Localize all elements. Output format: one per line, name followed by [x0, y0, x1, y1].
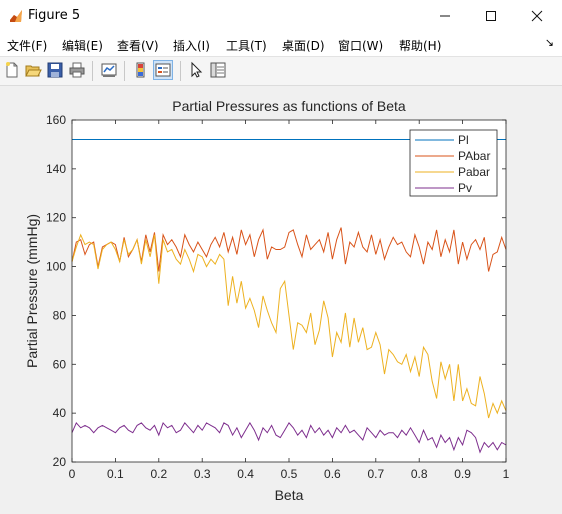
legend-label-pv: Pv — [458, 181, 472, 195]
property-inspector-icon[interactable] — [209, 61, 227, 79]
x-tick-label: 0.6 — [324, 467, 341, 481]
legend-label-pabar: PAbar — [458, 149, 490, 163]
y-tick-label: 80 — [53, 308, 67, 322]
window-title: Figure 5 — [28, 8, 81, 23]
y-axis-label: Partial Pressure (mmHg) — [24, 214, 40, 368]
new-figure-icon[interactable] — [3, 61, 21, 79]
x-tick-label: 0.8 — [411, 467, 428, 481]
x-tick-label: 0.2 — [150, 467, 167, 481]
x-tick-label: 0.1 — [107, 467, 124, 481]
legend-label-pabar: Pabar — [458, 165, 490, 179]
figure-toolbar — [0, 57, 562, 86]
menu-view[interactable]: 查看(V) — [117, 37, 159, 54]
x-tick-label: 1 — [503, 467, 510, 481]
toolbar-separator — [124, 61, 125, 81]
x-tick-label: 0.9 — [454, 467, 471, 481]
x-tick-label: 0.5 — [281, 467, 298, 481]
menu-tools[interactable]: 工具(T) — [226, 37, 267, 54]
close-icon — [531, 10, 543, 22]
print-icon[interactable] — [68, 61, 86, 79]
minimize-icon — [440, 15, 450, 17]
window-titlebar: Figure 5 — [0, 0, 562, 32]
x-tick-label: 0 — [69, 467, 76, 481]
chart-title: Partial Pressures as functions of Beta — [172, 98, 406, 114]
link-plot-icon[interactable] — [100, 61, 118, 79]
dock-figure-button[interactable]: ↘ — [545, 36, 554, 49]
y-tick-label: 60 — [53, 357, 67, 371]
maximize-button[interactable] — [468, 0, 514, 32]
x-tick-label: 0.4 — [237, 467, 254, 481]
figure-canvas: 0 0.1 0.2 0.3 0.4 0.5 0.6 0.7 0.8 0.9 1 20 40 60 80 100… — [0, 86, 562, 514]
toolbar-separator — [180, 61, 181, 81]
minimize-button[interactable] — [422, 0, 468, 32]
insert-legend-icon[interactable] — [153, 60, 173, 80]
open-file-icon[interactable] — [24, 61, 42, 79]
insert-colorbar-icon[interactable] — [132, 61, 150, 79]
line-chart[interactable]: 0 0.1 0.2 0.3 0.4 0.5 0.6 0.7 0.8 0.9 120406080100… — [0, 86, 562, 514]
y-tick-label: 120 — [46, 211, 66, 225]
close-button[interactable] — [514, 0, 560, 32]
maximize-icon — [486, 11, 496, 21]
save-icon[interactable] — [46, 61, 64, 79]
legend-label-pl: Pl — [458, 133, 469, 147]
menu-desktop[interactable]: 桌面(D) — [282, 37, 325, 54]
menu-edit[interactable]: 编辑(E) — [62, 37, 103, 54]
menu-window[interactable]: 窗口(W) — [338, 37, 383, 54]
y-tick-label: 100 — [46, 260, 66, 274]
menu-file[interactable]: 文件(F) — [7, 37, 47, 54]
x-axis-label: Beta — [275, 487, 304, 503]
y-tick-label: 160 — [46, 113, 66, 127]
legend[interactable]: Pl PAbar Pabar Pv — [409, 129, 498, 197]
menubar: 文件(F) 编辑(E) 查看(V) 插入(I) 工具(T) 桌面(D) 窗口(W… — [0, 32, 562, 57]
y-tick-label: 140 — [46, 162, 66, 176]
y-tick-label: 20 — [53, 455, 67, 469]
menu-insert[interactable]: 插入(I) — [173, 37, 210, 54]
matlab-logo-icon — [10, 10, 22, 22]
menu-help[interactable]: 帮助(H) — [399, 37, 441, 54]
edit-plot-icon[interactable] — [187, 61, 205, 79]
toolbar-separator — [92, 61, 93, 81]
y-tick-label: 40 — [53, 406, 67, 420]
x-tick-label: 0.3 — [194, 467, 211, 481]
x-tick-label: 0.7 — [367, 467, 384, 481]
